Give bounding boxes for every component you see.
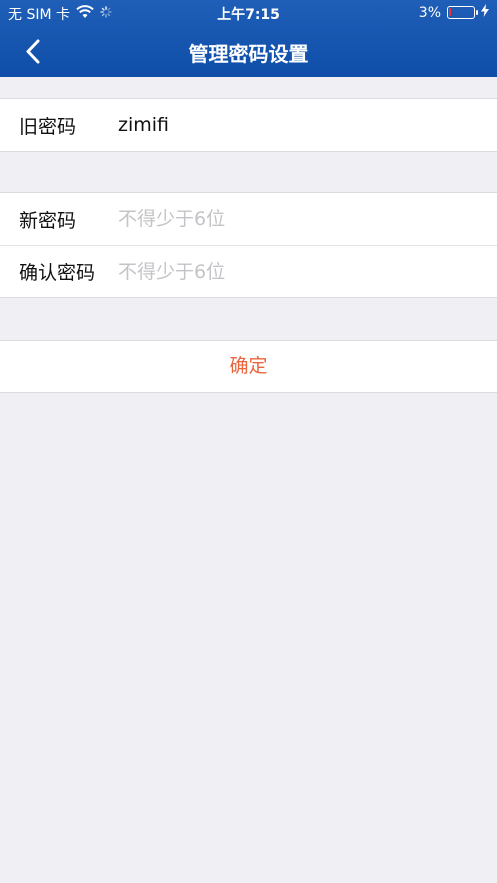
confirm-button[interactable]: 确定 bbox=[0, 340, 497, 393]
new-password-input[interactable] bbox=[118, 193, 481, 245]
old-password-input[interactable] bbox=[118, 99, 481, 151]
old-password-row: 旧密码 bbox=[0, 99, 497, 151]
confirm-password-input[interactable] bbox=[118, 246, 481, 298]
new-password-group: 新密码 确认密码 bbox=[0, 192, 497, 298]
battery-icon bbox=[447, 6, 478, 19]
status-bar: 无 SIM 卡 上午7:15 3% bbox=[0, 0, 497, 26]
page-title: 管理密码设置 bbox=[188, 42, 309, 66]
status-right: 3% bbox=[419, 4, 489, 21]
battery-fill bbox=[449, 8, 451, 16]
confirm-password-label: 确认密码 bbox=[19, 262, 96, 284]
new-password-row: 新密码 bbox=[0, 193, 497, 245]
charging-bolt-icon bbox=[481, 4, 489, 21]
nav-bar: 管理密码设置 bbox=[0, 26, 497, 77]
old-password-label: 旧密码 bbox=[19, 115, 77, 138]
header: 无 SIM 卡 上午7:15 3% 管理密码设置 bbox=[0, 0, 497, 77]
confirm-password-row: 确认密码 bbox=[0, 245, 497, 298]
battery-percent: 3% bbox=[418, 4, 441, 21]
new-password-label: 新密码 bbox=[19, 209, 77, 232]
old-password-group: 旧密码 bbox=[0, 98, 497, 152]
